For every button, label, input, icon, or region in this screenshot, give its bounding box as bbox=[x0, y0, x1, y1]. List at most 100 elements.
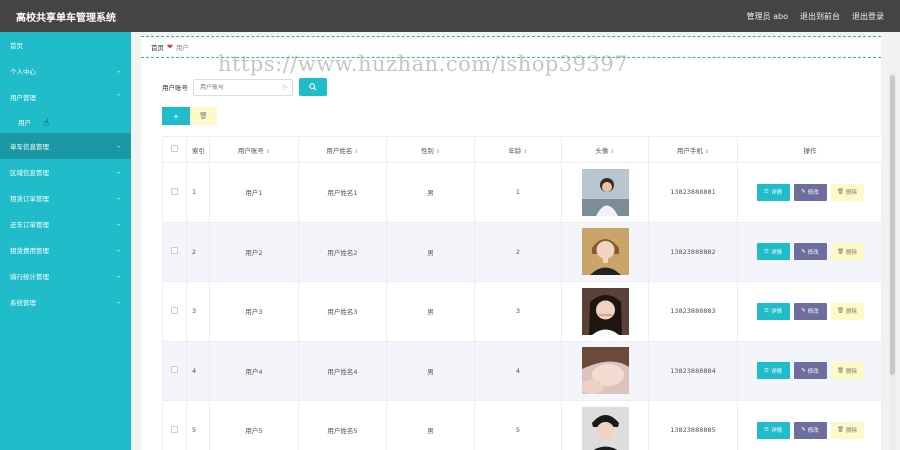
cell-phone: 13823888881 bbox=[648, 162, 738, 223]
scrollbar-thumb[interactable] bbox=[890, 75, 895, 375]
sidebar-item-ride-stats[interactable]: 骑行统计管理 ⌄ bbox=[0, 263, 131, 289]
header-name[interactable]: 用户姓名 ⇕ bbox=[298, 136, 387, 163]
table-row: 3 用户3 用户姓名3 男 3 13823888883 ☰ 详情 ✎ 修改 🗑 … bbox=[162, 281, 883, 342]
cell-gender: 男 bbox=[386, 221, 475, 282]
header-label: 用户手机 bbox=[676, 146, 703, 155]
search-label: 用户账号 bbox=[162, 84, 188, 92]
avatar-image bbox=[581, 406, 629, 450]
detail-button[interactable]: ☰ 详情 bbox=[756, 302, 790, 320]
chevron-down-icon: ⌄ bbox=[115, 67, 121, 75]
search-button[interactable] bbox=[299, 78, 327, 96]
detail-button[interactable]: ☰ 详情 bbox=[756, 421, 790, 439]
delete-label: 删除 bbox=[845, 309, 857, 316]
header-label: 年龄 bbox=[508, 146, 522, 155]
header-actions: 操作 bbox=[737, 136, 883, 163]
trash-icon: 🗑 bbox=[837, 308, 844, 315]
row-checkbox[interactable] bbox=[171, 425, 178, 433]
account-search-input[interactable] bbox=[200, 83, 280, 91]
breadcrumb: 首页 ❤ 用户 bbox=[141, 36, 881, 58]
cell-actions: ☰ 详情 ✎ 修改 🗑 删除 bbox=[737, 221, 883, 282]
cell-account: 用户5 bbox=[209, 400, 299, 450]
sort-icon[interactable]: ⇕ bbox=[266, 149, 270, 155]
row-checkbox[interactable] bbox=[171, 306, 178, 314]
detail-icon: ☰ bbox=[764, 367, 769, 374]
cell-name: 用户姓名4 bbox=[298, 340, 387, 401]
trash-icon: 🗑 bbox=[837, 189, 844, 196]
sidebar-item-label: 骑行统计管理 bbox=[10, 273, 49, 281]
sidebar-item-label: 首页 bbox=[10, 42, 23, 50]
table-row: 4 用户4 用户姓名4 男 4 13823888884 ☰ 详情 ✎ 修改 🗑 … bbox=[162, 340, 883, 401]
cell-age: 1 bbox=[474, 162, 562, 223]
sidebar-item-area-info[interactable]: 区域信息管理 ⌄ bbox=[0, 159, 131, 185]
sidebar-item-label: 单车信息管理 bbox=[10, 143, 49, 151]
sidebar-item-system[interactable]: 系统管理 ⌄ bbox=[0, 289, 131, 315]
chevron-down-icon: ⌄ bbox=[115, 142, 121, 150]
edit-button[interactable]: ✎ 修改 bbox=[793, 302, 827, 320]
sidebar-item-home[interactable]: 首页 bbox=[0, 32, 131, 58]
pencil-icon: ✎ bbox=[801, 248, 806, 255]
header-account[interactable]: 用户账号 ⇕ bbox=[209, 136, 299, 163]
hand-cursor-icon: ☝ bbox=[43, 118, 50, 129]
sort-icon[interactable]: ⇕ bbox=[705, 149, 709, 155]
header-gender[interactable]: 性别 ⇕ bbox=[386, 136, 475, 163]
sidebar-item-return-orders[interactable]: 还车订单管理 ⌄ bbox=[0, 211, 131, 237]
sidebar-item-rental-fees[interactable]: 租赁费用管理 ⌄ bbox=[0, 237, 131, 263]
sort-icon[interactable]: ⇕ bbox=[436, 149, 440, 155]
delete-label: 删除 bbox=[845, 190, 857, 197]
cell-index: 5 bbox=[186, 400, 210, 450]
edit-button[interactable]: ✎ 修改 bbox=[793, 362, 827, 380]
delete-button[interactable]: 🗑 删除 bbox=[830, 243, 864, 261]
row-checkbox[interactable] bbox=[171, 247, 178, 255]
sort-icon[interactable]: ⇕ bbox=[354, 149, 358, 155]
breadcrumb-home[interactable]: 首页 bbox=[151, 42, 164, 52]
sidebar-item-label: 个人中心 bbox=[10, 68, 36, 76]
back-to-frontend-link[interactable]: 退出到前台 bbox=[800, 11, 840, 22]
sort-icon[interactable]: ⇕ bbox=[523, 149, 527, 155]
clock-icon: ◷ bbox=[281, 83, 287, 91]
sidebar-item-label: 还车订单管理 bbox=[10, 221, 49, 229]
edit-button[interactable]: ✎ 修改 bbox=[793, 183, 827, 201]
detail-icon: ☰ bbox=[764, 427, 769, 434]
detail-button[interactable]: ☰ 详情 bbox=[756, 362, 790, 380]
sidebar-item-user-management[interactable]: 用户管理 ⌃ bbox=[0, 84, 131, 110]
detail-button[interactable]: ☰ 详情 bbox=[756, 243, 790, 261]
sidebar-item-label: 租赁订单管理 bbox=[10, 195, 49, 203]
cell-actions: ☰ 详情 ✎ 修改 🗑 删除 bbox=[737, 340, 883, 401]
row-checkbox[interactable] bbox=[171, 366, 178, 374]
delete-button[interactable]: 🗑 删除 bbox=[830, 362, 864, 380]
header-select-all[interactable] bbox=[162, 136, 187, 163]
search-box: ◷ bbox=[193, 78, 293, 96]
cell-actions: ☰ 详情 ✎ 修改 🗑 删除 bbox=[737, 281, 883, 342]
header-index: 索引 bbox=[186, 136, 210, 163]
sidebar-item-label: 用户管理 bbox=[10, 94, 36, 102]
row-select-cell bbox=[162, 340, 187, 401]
sort-icon[interactable]: ⇕ bbox=[610, 149, 614, 155]
detail-button[interactable]: ☰ 详情 bbox=[756, 183, 790, 201]
cell-age: 4 bbox=[474, 340, 562, 401]
edit-button[interactable]: ✎ 修改 bbox=[793, 421, 827, 439]
sidebar-item-rental-orders[interactable]: 租赁订单管理 ⌄ bbox=[0, 185, 131, 211]
sidebar-item-personal-center[interactable]: 个人中心 ⌄ bbox=[0, 58, 131, 84]
delete-button[interactable]: 🗑 删除 bbox=[830, 183, 864, 201]
cell-gender: 男 bbox=[386, 162, 475, 223]
sidebar-item-label: 系统管理 bbox=[10, 299, 36, 307]
edit-button[interactable]: ✎ 修改 bbox=[793, 243, 827, 261]
logout-link[interactable]: 退出登录 bbox=[852, 11, 884, 22]
chevron-down-icon: ⌄ bbox=[115, 298, 121, 306]
header-age[interactable]: 年龄 ⇕ bbox=[474, 136, 562, 163]
header-phone[interactable]: 用户手机 ⇕ bbox=[648, 136, 738, 163]
header-avatar[interactable]: 头像 ⇕ bbox=[561, 136, 649, 163]
delete-button[interactable]: 🗑 删除 bbox=[830, 302, 864, 320]
table-row: 5 用户5 用户姓名5 男 5 13823888885 ☰ 详情 ✎ 修改 🗑 … bbox=[162, 400, 883, 450]
edit-label: 修改 bbox=[807, 309, 819, 316]
sidebar-item-label: 租赁费用管理 bbox=[10, 247, 49, 255]
row-checkbox[interactable] bbox=[171, 187, 178, 195]
sidebar-item-user[interactable]: 用户 bbox=[0, 110, 131, 133]
sidebar-item-bike-info[interactable]: 单车信息管理 ⌄ bbox=[0, 133, 131, 159]
delete-button[interactable]: 🗑 删除 bbox=[830, 421, 864, 439]
batch-delete-button[interactable]: 🗑 bbox=[190, 107, 217, 125]
add-button[interactable]: + bbox=[162, 107, 190, 125]
select-all-checkbox[interactable] bbox=[171, 145, 178, 152]
avatar-image bbox=[581, 287, 629, 335]
vertical-scrollbar[interactable] bbox=[889, 72, 896, 450]
